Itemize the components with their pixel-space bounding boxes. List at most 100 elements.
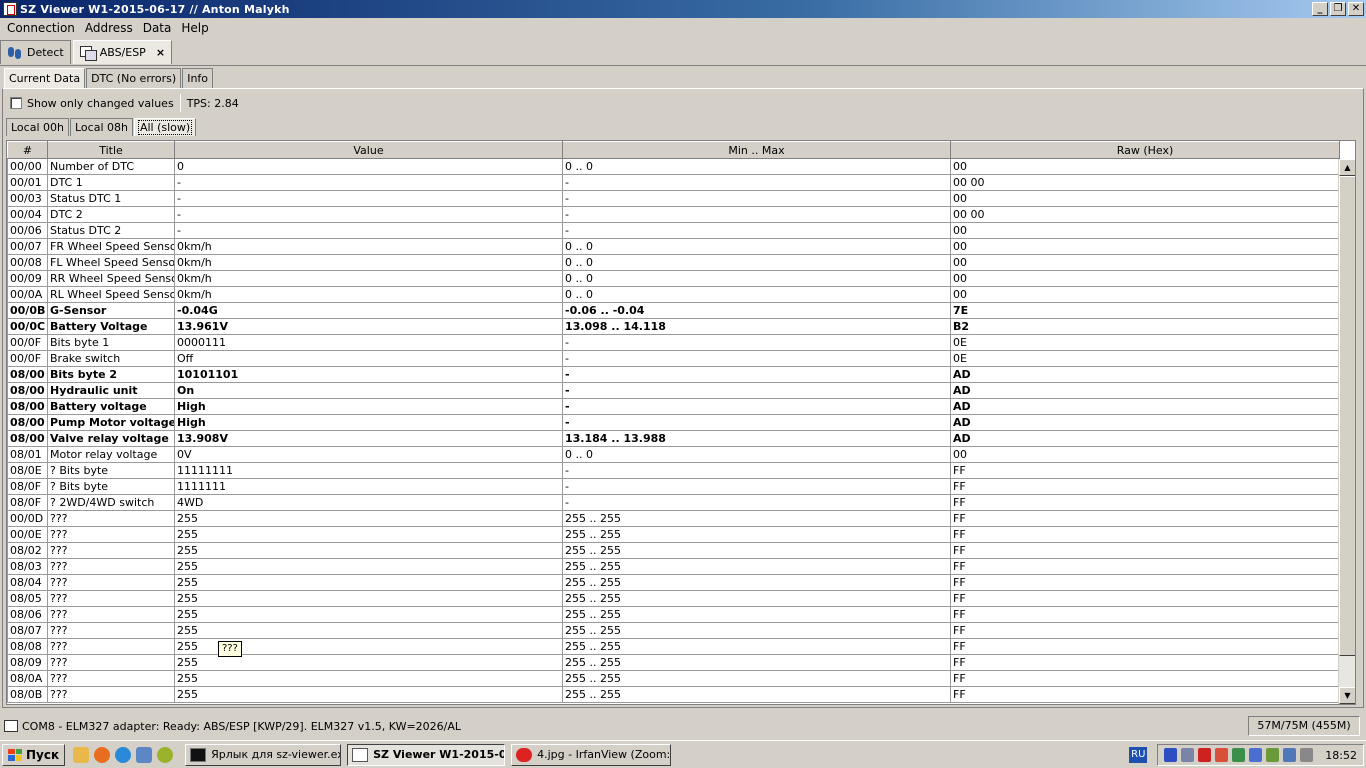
menu-address[interactable]: Address bbox=[80, 21, 138, 35]
scroll-up-icon[interactable]: ▲ bbox=[1339, 159, 1355, 176]
table-row[interactable]: 08/00 Pump Motor voltage High - AD bbox=[7, 414, 1340, 431]
table-row[interactable]: 08/09??? 255 255 .. 255 FF bbox=[7, 654, 1340, 671]
taskbar: Пуск Ярлык для sz-viewer.exe SZ Viewer W… bbox=[0, 740, 1366, 768]
tray-settings-icon[interactable] bbox=[1266, 748, 1280, 762]
tab-local-08h[interactable]: Local 08h bbox=[69, 118, 133, 136]
cell-value: 255 bbox=[174, 558, 563, 575]
cell-title: ? 2WD/4WD switch bbox=[47, 494, 175, 511]
cell-id: 08/02 bbox=[7, 542, 48, 559]
ie-icon[interactable] bbox=[115, 746, 132, 763]
table-row[interactable]: 00/0C Battery Voltage 13.961V 13.098 .. 14.… bbox=[7, 318, 1340, 335]
table-row[interactable]: 00/03 Status DTC 1- -00 bbox=[7, 190, 1340, 207]
tab-info[interactable]: Info bbox=[182, 68, 214, 88]
task-sz-viewer[interactable]: SZ Viewer W1-2015-0... bbox=[347, 743, 506, 766]
menu-data[interactable]: Data bbox=[138, 21, 177, 35]
tab-local-00h[interactable]: Local 00h bbox=[6, 118, 69, 136]
cell-min-max: - bbox=[562, 206, 951, 223]
status-text: COM8 - ELM327 adapter: Ready: ABS/ESP [K… bbox=[22, 719, 462, 733]
table-row[interactable]: 00/04 DTC 2- -00 00 bbox=[7, 206, 1340, 223]
menu-connection[interactable]: Connection bbox=[2, 21, 80, 35]
cell-id: 08/0E bbox=[7, 462, 48, 479]
task-sz-viewer-shortcut[interactable]: Ярлык для sz-viewer.exe bbox=[185, 743, 342, 766]
minimize-button[interactable]: _ bbox=[1312, 2, 1328, 16]
firefox-icon[interactable] bbox=[94, 746, 111, 763]
maximize-button[interactable]: ❐ bbox=[1330, 2, 1346, 16]
table-row[interactable]: 00/08 FL Wheel Speed Sensor 0km/h 0 .. 0 00 bbox=[7, 254, 1340, 271]
clock[interactable]: 18:52 bbox=[1325, 749, 1357, 762]
cell-value: - bbox=[174, 174, 563, 191]
tray-security-icon[interactable] bbox=[1198, 748, 1212, 762]
tab-abs-esp[interactable]: ABS/ESP × bbox=[72, 40, 173, 64]
tab-all-slow[interactable]: All (slow) bbox=[133, 118, 197, 136]
cell-title: RL Wheel Speed Sensor bbox=[47, 286, 175, 303]
table-row[interactable]: 08/0A??? 255 255 .. 255 FF bbox=[7, 670, 1340, 687]
table-row[interactable]: 08/0F? Bits byte 1111111- FF bbox=[7, 478, 1340, 495]
header-title[interactable]: Title bbox=[47, 141, 175, 159]
table-row[interactable]: 00/0F Bits byte 1 0000111-0E bbox=[7, 334, 1340, 351]
table-row[interactable]: 08/0E? Bits byte 11111111- FF bbox=[7, 462, 1340, 479]
folder-icon[interactable] bbox=[73, 746, 90, 763]
tray-sync-icon[interactable] bbox=[1232, 748, 1246, 762]
cell-min-max: 255 .. 255 bbox=[562, 670, 951, 687]
table-row[interactable]: 08/01 Motor relay voltage 0V 0 .. 0 00 bbox=[7, 446, 1340, 463]
close-button[interactable]: ✕ bbox=[1348, 2, 1364, 16]
scroll-down-icon[interactable]: ▼ bbox=[1339, 687, 1355, 704]
table-row[interactable]: 08/00 Bits byte 2 10101101- AD bbox=[7, 366, 1340, 383]
table-row[interactable]: 00/00 Number of DTC 0 0 .. 0 00 bbox=[7, 158, 1340, 175]
tray-update-icon[interactable] bbox=[1215, 748, 1229, 762]
show-changed-label[interactable]: Show only changed values bbox=[27, 97, 174, 110]
tray-network-icon[interactable] bbox=[1181, 748, 1195, 762]
table-row[interactable]: 08/0F? 2WD/4WD switch 4WD - FF bbox=[7, 494, 1340, 511]
tab-detect[interactable]: Detect bbox=[0, 40, 71, 64]
header-min-max[interactable]: Min .. Max bbox=[562, 141, 951, 159]
cell-raw: FF bbox=[950, 686, 1340, 703]
table-row[interactable]: 08/03??? 255 255 .. 255 FF bbox=[7, 558, 1340, 575]
table-row[interactable]: 00/09 RR Wheel Speed Sensor 0km/h 0 .. 0 00 bbox=[7, 270, 1340, 287]
cell-raw: FF bbox=[950, 494, 1340, 511]
table-row[interactable]: 00/07 FR Wheel Speed Sensor 0km/h 0 .. 0 00 bbox=[7, 238, 1340, 255]
table-row[interactable]: 08/00 Valve relay voltage 13.908V 13.184 ..… bbox=[7, 430, 1340, 447]
table-row[interactable]: 00/0E??? 255 255 .. 255 FF bbox=[7, 526, 1340, 543]
table-row[interactable]: 08/0B??? 255 255 .. 255 FF bbox=[7, 686, 1340, 703]
window-titlebar[interactable]: SZ Viewer W1-2015-06-17 // Anton Malykh … bbox=[0, 0, 1366, 18]
table-row[interactable]: 08/06??? 255 255 .. 255 FF bbox=[7, 606, 1340, 623]
tray-bluetooth-icon[interactable] bbox=[1249, 748, 1263, 762]
vertical-scrollbar[interactable]: ▲ ▼ bbox=[1338, 159, 1355, 704]
table-row[interactable]: 00/0D??? 255 255 .. 255 FF bbox=[7, 510, 1340, 527]
header-number[interactable]: # bbox=[7, 141, 48, 159]
header-value[interactable]: Value bbox=[174, 141, 563, 159]
table-row[interactable]: 00/0F Brake switch Off -0E bbox=[7, 350, 1340, 367]
table-row[interactable]: 00/0B G-Sensor -0.04G -0.06 .. -0.04 7E bbox=[7, 302, 1340, 319]
cell-value: 255 bbox=[174, 526, 563, 543]
show-changed-checkbox[interactable] bbox=[10, 97, 22, 109]
cell-min-max: 255 .. 255 bbox=[562, 686, 951, 703]
tray-volume-icon[interactable] bbox=[1283, 748, 1297, 762]
language-indicator[interactable]: RU bbox=[1129, 747, 1148, 763]
scroll-thumb[interactable] bbox=[1339, 176, 1355, 656]
tab-current-data[interactable]: Current Data bbox=[4, 68, 86, 88]
cell-id: 00/0F bbox=[7, 350, 48, 367]
table-row[interactable]: 00/0A RL Wheel Speed Sensor 0km/h 0 .. 0 00 bbox=[7, 286, 1340, 303]
table-row[interactable]: 08/00 Battery voltage High - AD bbox=[7, 398, 1340, 415]
table-row[interactable]: 08/08??? 255 255 .. 255 FF bbox=[7, 638, 1340, 655]
tray-app-icon[interactable] bbox=[1164, 748, 1178, 762]
table-row[interactable]: 08/00 Hydraulic unit On - AD bbox=[7, 382, 1340, 399]
tab-dtc[interactable]: DTC (No errors) bbox=[86, 68, 182, 88]
table-row[interactable]: 00/06 Status DTC 2- -00 bbox=[7, 222, 1340, 239]
tray-power-icon[interactable] bbox=[1300, 748, 1314, 762]
refresh-icon[interactable] bbox=[136, 746, 153, 763]
table-row[interactable]: 08/05??? 255 255 .. 255 FF bbox=[7, 590, 1340, 607]
close-tab-icon[interactable]: × bbox=[156, 46, 165, 59]
table-row[interactable]: 00/01 DTC 1- -00 00 bbox=[7, 174, 1340, 191]
task-irfanview[interactable]: 4.jpg - IrfanView (Zoom:... bbox=[511, 743, 672, 766]
media-player-icon[interactable] bbox=[157, 746, 174, 763]
memory-indicator[interactable]: 57M/75M (455M) bbox=[1248, 716, 1360, 736]
cell-value: 13.961V bbox=[174, 318, 563, 335]
table-row[interactable]: 08/04??? 255 255 .. 255 FF bbox=[7, 574, 1340, 591]
cell-id: 00/0A bbox=[7, 286, 48, 303]
table-row[interactable]: 08/02??? 255 255 .. 255 FF bbox=[7, 542, 1340, 559]
menu-help[interactable]: Help bbox=[176, 21, 213, 35]
table-row[interactable]: 08/07??? 255 255 .. 255 FF bbox=[7, 622, 1340, 639]
start-button[interactable]: Пуск bbox=[2, 743, 66, 766]
header-raw-hex[interactable]: Raw (Hex) bbox=[950, 141, 1340, 159]
